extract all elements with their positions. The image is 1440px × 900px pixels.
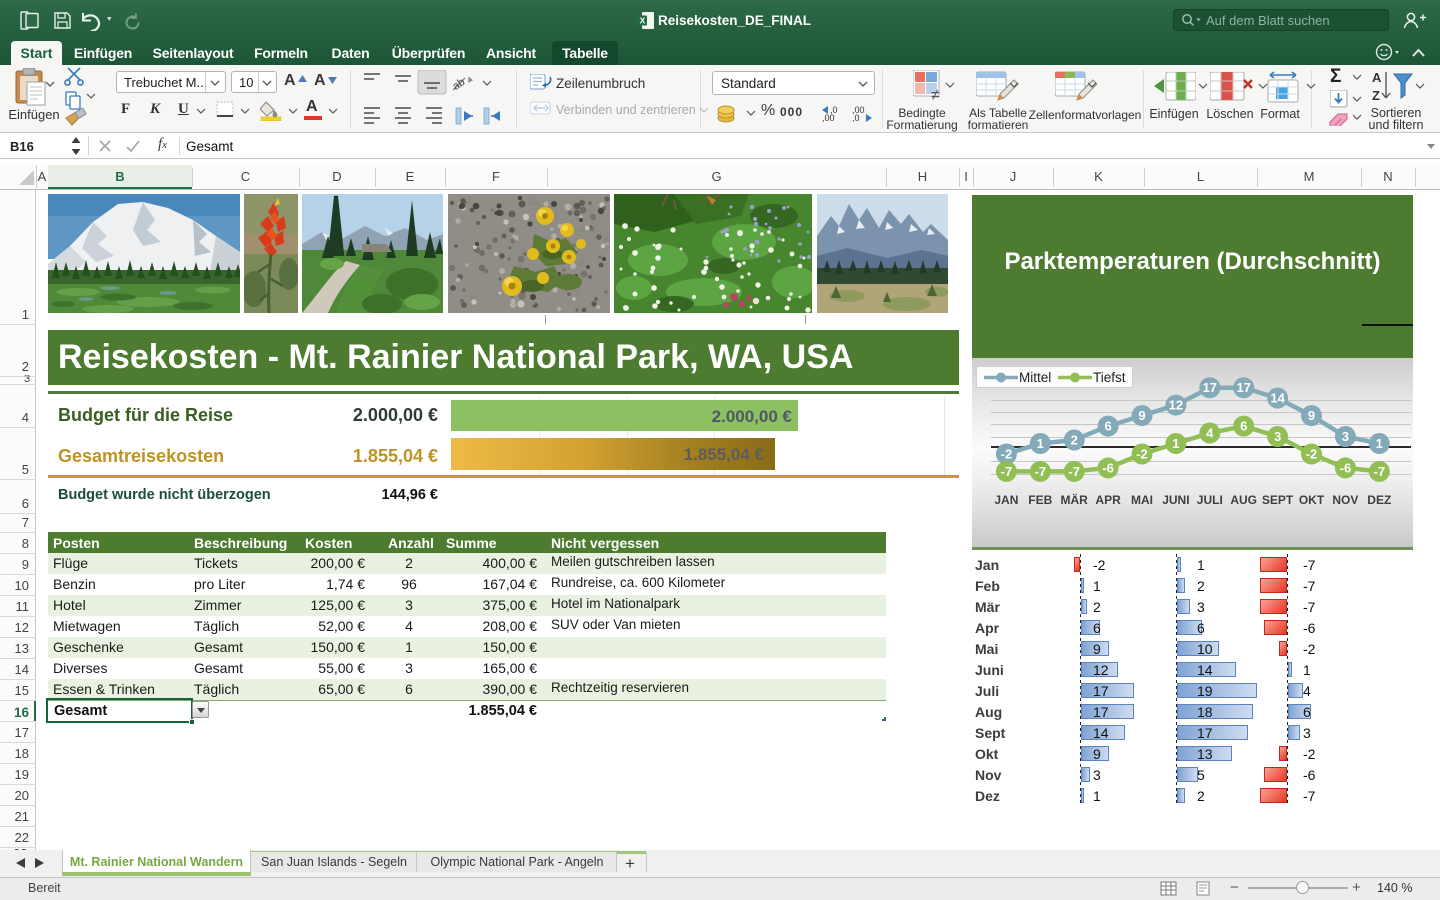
svg-text:X: X <box>640 16 646 26</box>
svg-text:3: 3 <box>1274 429 1281 444</box>
svg-text:Z: Z <box>1372 88 1380 103</box>
svg-text:A: A <box>1372 70 1382 85</box>
svg-text:6: 6 <box>1104 419 1111 434</box>
svg-text:1: 1 <box>1037 436 1044 451</box>
svg-text:≠: ≠ <box>931 87 940 104</box>
svg-text:14: 14 <box>1270 391 1285 406</box>
svg-text:2: 2 <box>1071 433 1078 448</box>
svg-text:3: 3 <box>1342 429 1349 444</box>
svg-text:-7: -7 <box>1068 464 1080 479</box>
svg-text:1: 1 <box>1172 436 1179 451</box>
svg-text:,0: ,0 <box>852 113 860 122</box>
svg-text:17: 17 <box>1203 380 1217 395</box>
svg-text:-2: -2 <box>1306 447 1318 462</box>
svg-text:6: 6 <box>1240 419 1247 434</box>
svg-text:-2: -2 <box>1001 447 1013 462</box>
svg-text:4: 4 <box>1206 426 1214 441</box>
svg-text:12: 12 <box>1169 398 1183 413</box>
svg-text:,00: ,00 <box>822 113 835 122</box>
svg-text:9: 9 <box>1138 408 1145 423</box>
svg-text:-6: -6 <box>1102 460 1114 475</box>
svg-text:-7: -7 <box>1001 464 1013 479</box>
svg-text:17: 17 <box>1236 380 1250 395</box>
svg-text:1: 1 <box>1376 436 1383 451</box>
svg-text:9: 9 <box>1308 408 1315 423</box>
svg-text:-2: -2 <box>1136 447 1148 462</box>
svg-text:-7: -7 <box>1374 464 1386 479</box>
svg-text:-7: -7 <box>1035 464 1047 479</box>
svg-text:-6: -6 <box>1340 460 1352 475</box>
